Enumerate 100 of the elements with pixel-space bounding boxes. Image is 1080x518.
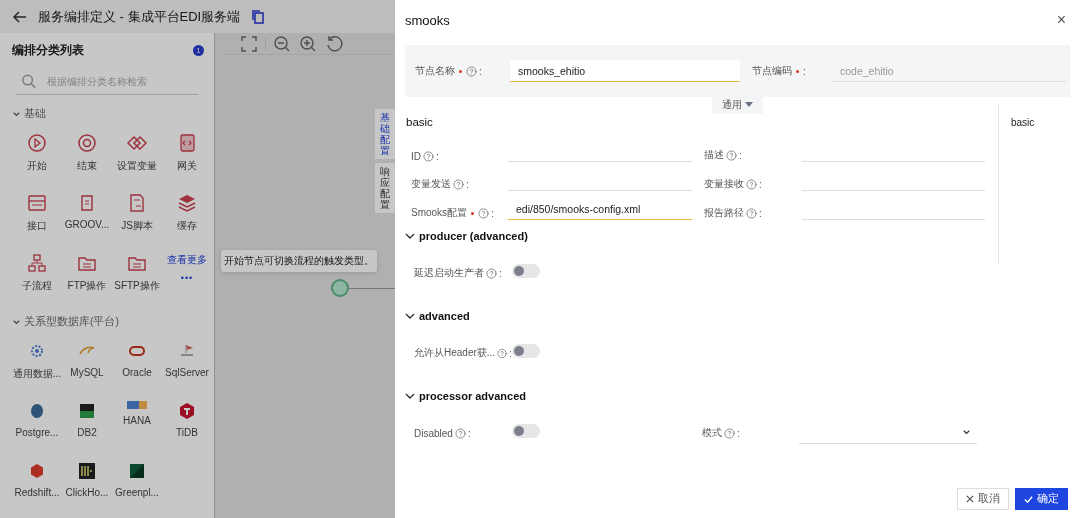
palette-item[interactable]: FTP操作 (62, 253, 112, 303)
palette-item[interactable]: SFTP操作 (112, 253, 162, 303)
colon-text: : (436, 151, 439, 162)
collapse-toggle[interactable]: 通用 (712, 96, 763, 114)
help-icon[interactable] (478, 207, 490, 219)
section-header[interactable]: producer (advanced) (405, 226, 998, 246)
view-more-link[interactable]: 查看更多 (167, 253, 207, 267)
help-icon[interactable] (466, 65, 477, 77)
palette-item[interactable]: 开始 (12, 133, 62, 183)
side-tab[interactable]: 基础配置 (375, 109, 395, 159)
field-label: 节点编码 (752, 64, 792, 78)
toggle-switch[interactable] (512, 264, 540, 278)
close-button[interactable]: × (1052, 11, 1070, 29)
group-header[interactable]: 基础 (12, 107, 204, 121)
hierarchy-icon (27, 253, 47, 273)
field-label: Disabled (414, 427, 453, 439)
caret-icon (745, 102, 753, 108)
square-icon (127, 461, 147, 481)
palette-item[interactable]: MySQL (62, 341, 112, 391)
diamond-icon (127, 133, 147, 153)
db-block-icon (77, 401, 97, 421)
reset-icon (324, 33, 344, 54)
text-field[interactable]: smooks_ehitio (510, 60, 740, 82)
tooltip: 开始节点可切换流程的触发类型。 (221, 250, 377, 272)
fit-view-icon (239, 33, 259, 54)
field-label: 允许从Header获... (414, 346, 496, 360)
palette-item[interactable]: ClickHo... (62, 461, 112, 511)
group-header[interactable]: 关系型数据库(平台) (12, 315, 204, 329)
window-icon (27, 193, 47, 213)
code-file-icon (177, 133, 197, 153)
colon-text: : (803, 65, 806, 77)
help-icon[interactable] (746, 207, 757, 219)
help-icon[interactable] (453, 178, 464, 190)
field-label: ID (411, 151, 421, 162)
colon-text: : (509, 347, 512, 359)
required-icon (459, 69, 462, 73)
drawer-title: smooks (405, 12, 450, 28)
field-label: 延迟启动生产者 (414, 266, 484, 280)
palette-item[interactable]: TiDB (162, 401, 212, 451)
field-label: 节点名称 (415, 64, 455, 78)
help-icon[interactable] (497, 347, 508, 359)
colon-text: : (759, 178, 762, 190)
play-icon (27, 133, 47, 153)
bar-icon (127, 401, 147, 409)
ok-button[interactable]: 确定 (1015, 488, 1068, 510)
close-icon (966, 495, 974, 503)
colon-text: : (491, 207, 494, 219)
palette-item[interactable]: SqlServer (162, 341, 212, 391)
help-icon[interactable] (486, 267, 497, 279)
help-icon[interactable] (724, 427, 735, 439)
start-node[interactable] (331, 279, 349, 297)
section-header[interactable]: processor advanced (405, 386, 998, 406)
script-file-icon (127, 193, 147, 213)
help-icon[interactable] (454, 427, 466, 439)
palette-item[interactable]: Oracle (112, 341, 162, 391)
chevron-icon (405, 391, 415, 401)
palette-item[interactable]: 通用数据... (12, 341, 62, 391)
zoom-in-icon (298, 33, 318, 54)
field-label: 变量发送 (411, 177, 451, 191)
palette-item[interactable]: 结束 (62, 133, 112, 183)
field-label: 变量接收 (704, 177, 744, 191)
palette-item[interactable]: HANA (112, 401, 162, 451)
nav-link[interactable]: basic (1011, 117, 1035, 128)
toggle-switch[interactable] (512, 424, 540, 438)
layers-icon (177, 193, 197, 213)
section-header[interactable]: advanced (405, 306, 998, 326)
palette-item[interactable]: JS脚本 (112, 193, 162, 243)
field-label: Smooks配置 (411, 206, 468, 220)
required-icon (796, 69, 799, 73)
palette-item[interactable]: 接口 (12, 193, 62, 243)
palette-item[interactable]: DB2 (62, 401, 112, 451)
more-dots[interactable]: ••• (180, 273, 194, 283)
side-tab[interactable]: 响应配置 (375, 163, 395, 213)
chevron-icon (12, 109, 21, 119)
check-icon (1024, 494, 1033, 504)
palette-item[interactable]: 子流程 (12, 253, 62, 303)
page-title: 服务编排定义 - 集成平台EDI服务端 (38, 7, 241, 26)
palette-item[interactable]: 设置变量 (112, 133, 162, 183)
colon-text: : (499, 267, 502, 279)
help-icon[interactable] (746, 178, 757, 190)
palette-item[interactable]: 网关 (162, 133, 212, 183)
colon-text: : (467, 427, 471, 439)
cancel-button[interactable]: 取消 (957, 488, 1009, 510)
chevron-icon (405, 231, 415, 241)
zoom-out-icon (272, 33, 292, 54)
colon-text: : (759, 207, 762, 219)
palette-item[interactable]: GROOV... (62, 193, 112, 243)
palette-item[interactable]: Postgre... (12, 401, 62, 451)
colon-text: : (739, 149, 742, 161)
help-icon[interactable] (423, 151, 434, 162)
panel-title: 编排分类列表 (12, 41, 84, 59)
palette-item[interactable]: 缓存 (162, 193, 212, 243)
colon-text: : (466, 178, 469, 190)
palette-item[interactable]: Redshift... (12, 461, 62, 511)
help-icon[interactable] (726, 149, 737, 161)
colon-text: : (479, 65, 482, 77)
field-label: 报告路径 (704, 206, 744, 220)
toggle-switch[interactable] (512, 344, 540, 358)
palette-item[interactable]: Greenpl... (112, 461, 162, 511)
text-field[interactable]: code_ehitio (832, 60, 1066, 82)
